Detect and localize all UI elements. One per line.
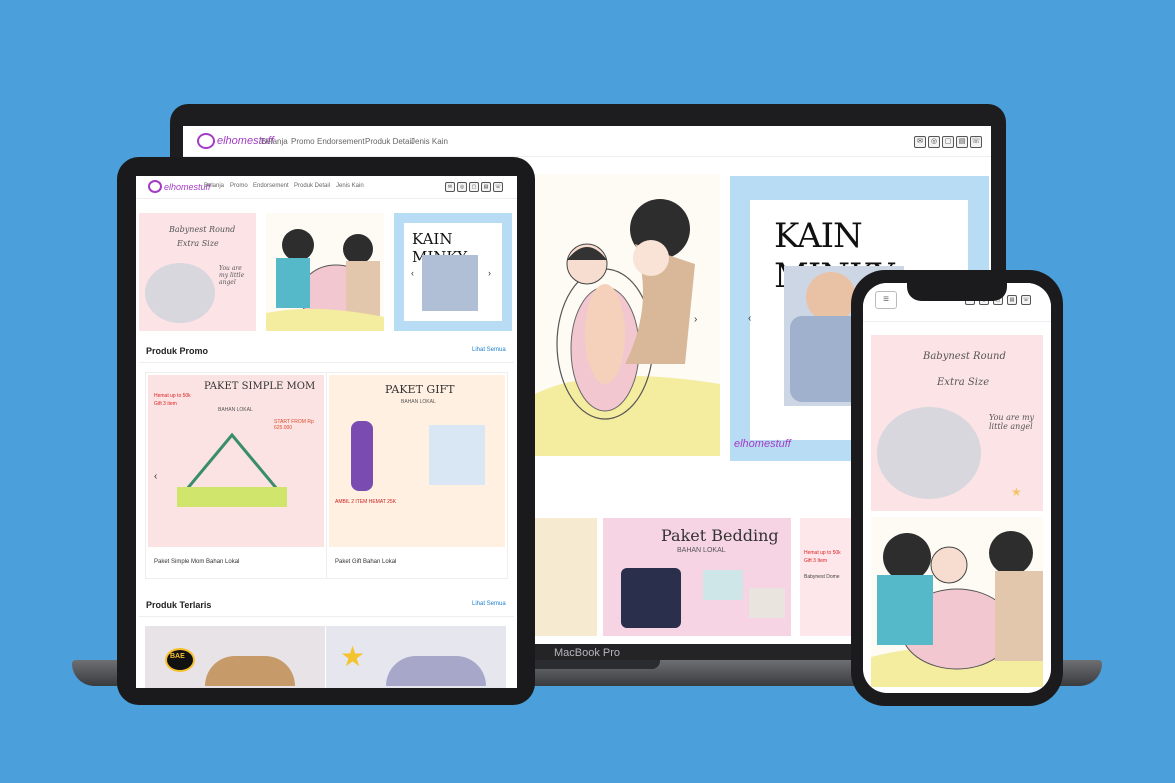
logo-mark-icon [197,133,215,149]
nav-promo[interactable]: Promo [230,183,248,189]
promo-section-title: Produk Promo [146,346,209,356]
promo-see-all-link[interactable]: Lihat Semua [472,347,506,353]
shopee-icon[interactable]: ▤ [1007,295,1017,305]
divider [139,362,514,363]
shopee-icon[interactable]: ▤ [956,136,968,148]
promo-card-gift[interactable]: PAKET GIFT BAHAN LOKAL AMBIL 2 ITEM HEMA… [326,372,508,579]
phone-notch [907,283,1007,301]
phone-banner-illustration[interactable] [871,517,1043,687]
nav-jenis-kain[interactable]: Jenis Kain [411,137,448,146]
laptop-base-notch [515,660,660,669]
whatsapp-icon[interactable]: ☏ [970,136,982,148]
banner-logo: elhomestuff [734,438,791,450]
instagram-icon[interactable]: ◎ [457,182,467,192]
hero-chevron-right-icon[interactable]: › [694,314,697,325]
bestseller-card-2[interactable]: ★ [326,626,506,688]
laptop-product-card-1[interactable] [535,518,597,636]
bestseller-card-1[interactable]: BAE [145,626,325,688]
instagram-icon[interactable]: ◎ [928,136,940,148]
carousel-chevron-right-icon[interactable]: › [488,268,491,278]
bestseller-see-all-link[interactable]: Lihat Semua [472,601,506,607]
phone-screen: ≡ ✉ ◎ ▢ ▤ ☏ Babynest Round Extra Size Yo… [863,283,1051,693]
nav-produk-detail[interactable]: Produk Detail [294,183,330,189]
carousel-banner-illustration[interactable] [266,213,384,331]
nav-produk-detail[interactable]: Produk Detail [365,137,413,146]
logo-mark-icon [148,180,162,193]
nav-jenis-kain[interactable]: Jenis Kain [336,183,364,189]
promo-card-name[interactable]: Paket Gift Bahan Lokal [335,559,396,565]
promo-chevron-left-icon[interactable]: ‹ [154,471,157,482]
nav-endorsement[interactable]: Endorsement [317,137,365,146]
laptop-product-card-2[interactable]: Paket Bedding BAHAN LOKAL [603,518,791,636]
promo-card-subtitle: BAHAN LOKAL [677,547,726,554]
whatsapp-icon[interactable]: ☏ [493,182,503,192]
carousel-banner-minky[interactable]: KAIN MINKY ‹ › [394,213,512,331]
bestseller-badge: BAE [170,653,185,660]
promo-card-title: Paket Bedding [661,526,779,545]
hero-illustration: › [535,174,720,456]
shopee-icon[interactable]: ▤ [481,182,491,192]
divider [139,616,514,617]
tablet-screen: elhomestuff Belanja Promo Endorsement Pr… [136,176,517,688]
nav-belanja[interactable]: Belanja [204,183,224,189]
chat-icon[interactable]: ✉ [445,182,455,192]
tablet-navbar: elhomestuff Belanja Promo Endorsement Pr… [136,176,517,199]
carousel-chevron-left-icon[interactable]: ‹ [411,268,414,278]
chat-icon[interactable]: ✉ [914,136,926,148]
promo-card-simple-mom[interactable]: PAKET SIMPLE MOM BAHAN LOKAL Hemat up to… [145,372,327,579]
tokopedia-icon[interactable]: ▢ [469,182,479,192]
promo-card-image: PAKET SIMPLE MOM BAHAN LOKAL Hemat up to… [148,375,324,547]
hero-chevron-left-icon[interactable]: ‹ [748,313,751,324]
promo-card-name[interactable]: Paket Simple Mom Bahan Lokal [154,559,239,565]
star-icon: ★ [340,641,366,672]
laptop-navbar: elhomestuff Belanja Promo Endorsement Pr… [183,126,991,157]
carousel-banner-babynest[interactable]: Babynest Round Extra Size You are my lit… [139,213,256,331]
nav-endorsement[interactable]: Endorsement [253,183,289,189]
nav-belanja[interactable]: Belanja [261,137,288,146]
whatsapp-icon[interactable]: ☏ [1021,295,1031,305]
star-icon: ★ [1011,485,1022,499]
menu-icon[interactable]: ≡ [875,291,897,309]
tablet-logo[interactable]: elhomestuff [148,180,211,193]
tokopedia-icon[interactable]: ▢ [942,136,954,148]
promo-card-image: PAKET GIFT BAHAN LOKAL AMBIL 2 ITEM HEMA… [329,375,505,547]
bestseller-section-title: Produk Terlaris [146,600,212,610]
phone-banner-babynest[interactable]: Babynest Round Extra Size You are my lit… [871,335,1043,511]
nav-promo[interactable]: Promo [291,137,315,146]
